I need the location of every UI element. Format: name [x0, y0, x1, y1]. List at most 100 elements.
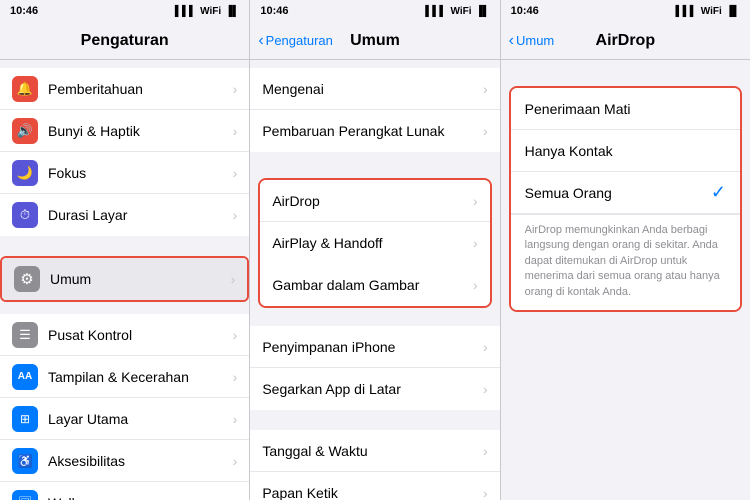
segarkan-label: Segarkan App di Latar: [262, 381, 483, 397]
tampilan-label: Tampilan & Kecerahan: [48, 369, 233, 385]
pusat-kontrol-chevron: ›: [233, 327, 238, 343]
airplay-chevron: ›: [473, 235, 478, 251]
settings-list-3: Penerimaan Mati Hanya Kontak Semua Orang…: [501, 60, 750, 500]
pemberitahuan-icon: 🔔: [12, 76, 38, 102]
signal-icon: ▌▌▌: [175, 6, 196, 17]
spacer2-3: [250, 418, 499, 430]
fokus-chevron: ›: [233, 165, 238, 181]
fokus-icon: 🌙: [12, 160, 38, 186]
item-fokus[interactable]: 🌙 Fokus ›: [0, 152, 249, 194]
pembaruan-label: Pembaruan Perangkat Lunak: [262, 123, 483, 139]
panel-pengaturan: 10:46 ▌▌▌ WiFi ▐▌ Pengaturan 🔔 Pemberita…: [0, 0, 250, 500]
panel-umum: 10:46 ▌▌▌ WiFi ▐▌ ‹ Pengaturan Umum Meng…: [250, 0, 500, 500]
tanggal-label: Tanggal & Waktu: [262, 443, 483, 459]
mati-label: Penerimaan Mati: [525, 101, 726, 117]
pemberitahuan-chevron: ›: [233, 81, 238, 97]
mengenai-label: Mengenai: [262, 81, 483, 97]
signal-icon-2: ▌▌▌: [425, 6, 446, 17]
gambar-label: Gambar dalam Gambar: [272, 277, 473, 293]
item-tanggal[interactable]: Tanggal & Waktu ›: [250, 430, 499, 472]
back-button-2[interactable]: ‹ Pengaturan: [258, 33, 333, 49]
back-label-3: Umum: [516, 33, 554, 48]
group1: 🔔 Pemberitahuan › 🔊 Bunyi & Haptik › 🌙 F…: [0, 68, 249, 236]
spacer3-top: [501, 68, 750, 80]
papan-ketik-chevron: ›: [483, 485, 488, 500]
airdrop-options-box: Penerimaan Mati Hanya Kontak Semua Orang…: [509, 86, 742, 312]
status-bar-1: 10:46 ▌▌▌ WiFi ▐▌: [0, 0, 249, 22]
item-mengenai[interactable]: Mengenai ›: [250, 68, 499, 110]
kontak-label: Hanya Kontak: [525, 143, 726, 159]
aksesibilitas-icon: ♿: [12, 448, 38, 474]
semua-checkmark: ✓: [711, 182, 726, 203]
status-bar-3: 10:46 ▌▌▌ WiFi ▐▌: [501, 0, 750, 22]
umum-label: Umum: [50, 271, 231, 287]
wifi-icon: WiFi: [200, 6, 221, 17]
item-penyimpanan[interactable]: Penyimpanan iPhone ›: [250, 326, 499, 368]
item-pusat-kontrol[interactable]: ☰ Pusat Kontrol ›: [0, 314, 249, 356]
aksesibilitas-chevron: ›: [233, 453, 238, 469]
airdrop-label: AirDrop: [272, 193, 473, 209]
battery-icon: ▐▌: [225, 6, 239, 17]
settings-list-2: Mengenai › Pembaruan Perangkat Lunak › A…: [250, 60, 499, 500]
status-time-2: 10:46: [260, 5, 288, 17]
item-bunyi[interactable]: 🔊 Bunyi & Haptik ›: [0, 110, 249, 152]
papan-ketik-label: Papan Ketik: [262, 485, 483, 500]
bunyi-label: Bunyi & Haptik: [48, 123, 233, 139]
group2-3: Penyimpanan iPhone › Segarkan App di Lat…: [250, 326, 499, 410]
durasi-label: Durasi Layar: [48, 207, 233, 223]
item-airplay[interactable]: AirPlay & Handoff ›: [260, 222, 489, 264]
pusat-kontrol-label: Pusat Kontrol: [48, 327, 233, 343]
wallpaper-chevron: ›: [233, 495, 238, 500]
item-layar-utama[interactable]: ⊞ Layar Utama ›: [0, 398, 249, 440]
spacer2-1: [250, 160, 499, 172]
battery-icon-2: ▐▌: [475, 6, 489, 17]
status-time-3: 10:46: [511, 5, 539, 17]
panel3-title: AirDrop: [596, 32, 656, 50]
group2-umum-bordered: ⚙ Umum ›: [0, 256, 249, 302]
mengenai-chevron: ›: [483, 81, 488, 97]
penyimpanan-chevron: ›: [483, 339, 488, 355]
airplay-label: AirPlay & Handoff: [272, 235, 473, 251]
item-durasi[interactable]: ⏱ Durasi Layar ›: [0, 194, 249, 236]
panel2-title: Umum: [350, 32, 400, 50]
item-segarkan[interactable]: Segarkan App di Latar ›: [250, 368, 499, 410]
umum-chevron: ›: [231, 271, 236, 287]
group2-4: Tanggal & Waktu › Papan Ketik › Font › B…: [250, 430, 499, 500]
wallpaper-label: Wallpaper: [48, 495, 233, 500]
option-mati[interactable]: Penerimaan Mati: [511, 88, 740, 130]
settings-list-1: 🔔 Pemberitahuan › 🔊 Bunyi & Haptik › 🌙 F…: [0, 60, 249, 500]
option-kontak[interactable]: Hanya Kontak: [511, 130, 740, 172]
layar-utama-icon: ⊞: [12, 406, 38, 432]
item-aksesibilitas[interactable]: ♿ Aksesibilitas ›: [0, 440, 249, 482]
item-umum[interactable]: ⚙ Umum ›: [2, 258, 247, 300]
panel1-title: Pengaturan: [81, 32, 169, 50]
durasi-icon: ⏱: [12, 202, 38, 228]
item-tampilan[interactable]: AA Tampilan & Kecerahan ›: [0, 356, 249, 398]
pembaruan-chevron: ›: [483, 123, 488, 139]
signal-icon-3: ▌▌▌: [676, 6, 697, 17]
back-chevron-3: ‹: [509, 33, 514, 49]
bunyi-icon: 🔊: [12, 118, 38, 144]
pemberitahuan-label: Pemberitahuan: [48, 81, 233, 97]
status-time-1: 10:46: [10, 5, 38, 17]
spacer1: [0, 244, 249, 256]
penyimpanan-label: Penyimpanan iPhone: [262, 339, 483, 355]
wifi-icon-2: WiFi: [450, 6, 471, 17]
option-semua[interactable]: Semua Orang ✓: [511, 172, 740, 214]
item-pembaruan[interactable]: Pembaruan Perangkat Lunak ›: [250, 110, 499, 152]
durasi-chevron: ›: [233, 207, 238, 223]
group2-1: Mengenai › Pembaruan Perangkat Lunak ›: [250, 68, 499, 152]
item-pemberitahuan[interactable]: 🔔 Pemberitahuan ›: [0, 68, 249, 110]
back-label-2: Pengaturan: [266, 33, 333, 48]
item-gambar[interactable]: Gambar dalam Gambar ›: [260, 264, 489, 306]
item-papan-ketik[interactable]: Papan Ketik ›: [250, 472, 499, 500]
item-wallpaper[interactable]: 🖼 Wallpaper ›: [0, 482, 249, 500]
spacer2-2: [250, 314, 499, 326]
item-airdrop[interactable]: AirDrop ›: [260, 180, 489, 222]
layar-utama-label: Layar Utama: [48, 411, 233, 427]
umum-icon: ⚙: [14, 266, 40, 292]
tampilan-icon: AA: [12, 364, 38, 390]
aksesibilitas-label: Aksesibilitas: [48, 453, 233, 469]
back-button-3[interactable]: ‹ Umum: [509, 33, 555, 49]
status-bar-2: 10:46 ▌▌▌ WiFi ▐▌: [250, 0, 499, 22]
